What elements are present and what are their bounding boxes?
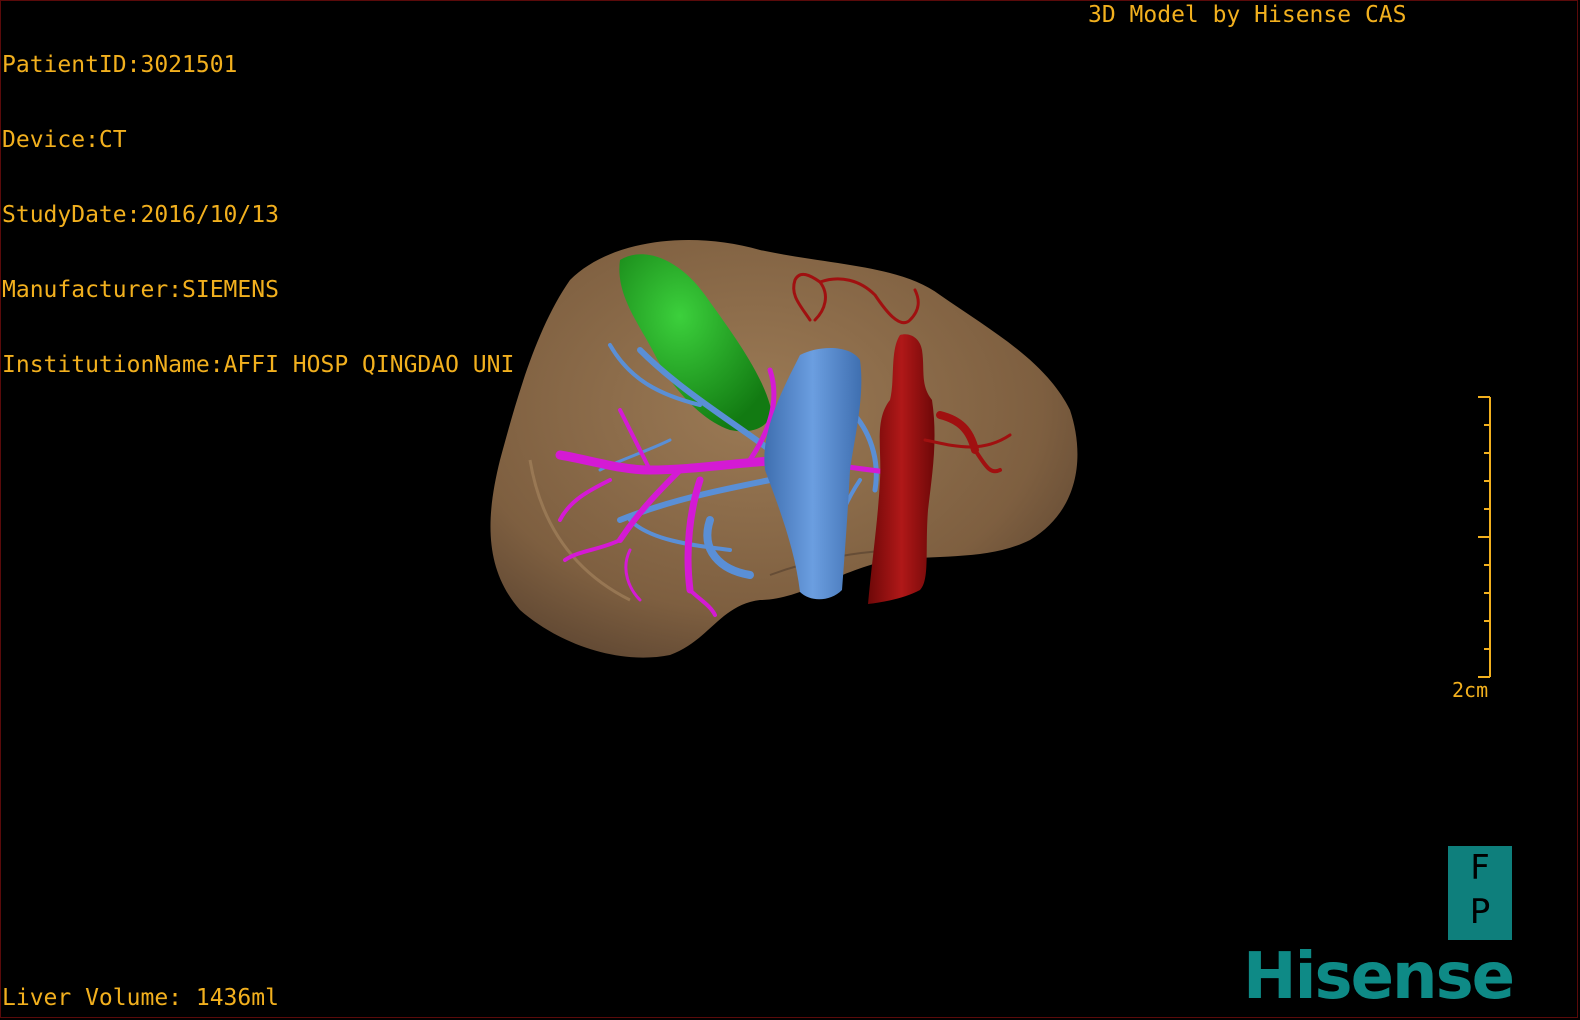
orientation-letter-bottom: P <box>1469 892 1491 932</box>
orientation-cube[interactable]: F P <box>1448 846 1512 940</box>
patient-id-label: PatientID:3021501 <box>2 52 238 78</box>
scale-label: 2cm <box>1452 678 1489 702</box>
scale-bar <box>1478 396 1491 678</box>
patient-info-block: PatientID:3021501 Device:CT StudyDate:20… <box>2 3 514 403</box>
institution-label: InstitutionName:AFFI HOSP QINGDAO UNI <box>2 352 515 378</box>
hisense-logo: Hisense <box>1243 940 1515 1014</box>
device-label: Device:CT <box>2 127 127 153</box>
liver-volume-label: Liver Volume: 1436ml <box>2 985 279 1011</box>
liver-3d-model[interactable] <box>470 220 1110 680</box>
orientation-letter-top: F <box>1470 848 1490 888</box>
model-title: 3D Model by Hisense CAS <box>1088 2 1407 28</box>
study-date-label: StudyDate:2016/10/13 <box>2 202 279 228</box>
manufacturer-label: Manufacturer:SIEMENS <box>2 277 279 303</box>
